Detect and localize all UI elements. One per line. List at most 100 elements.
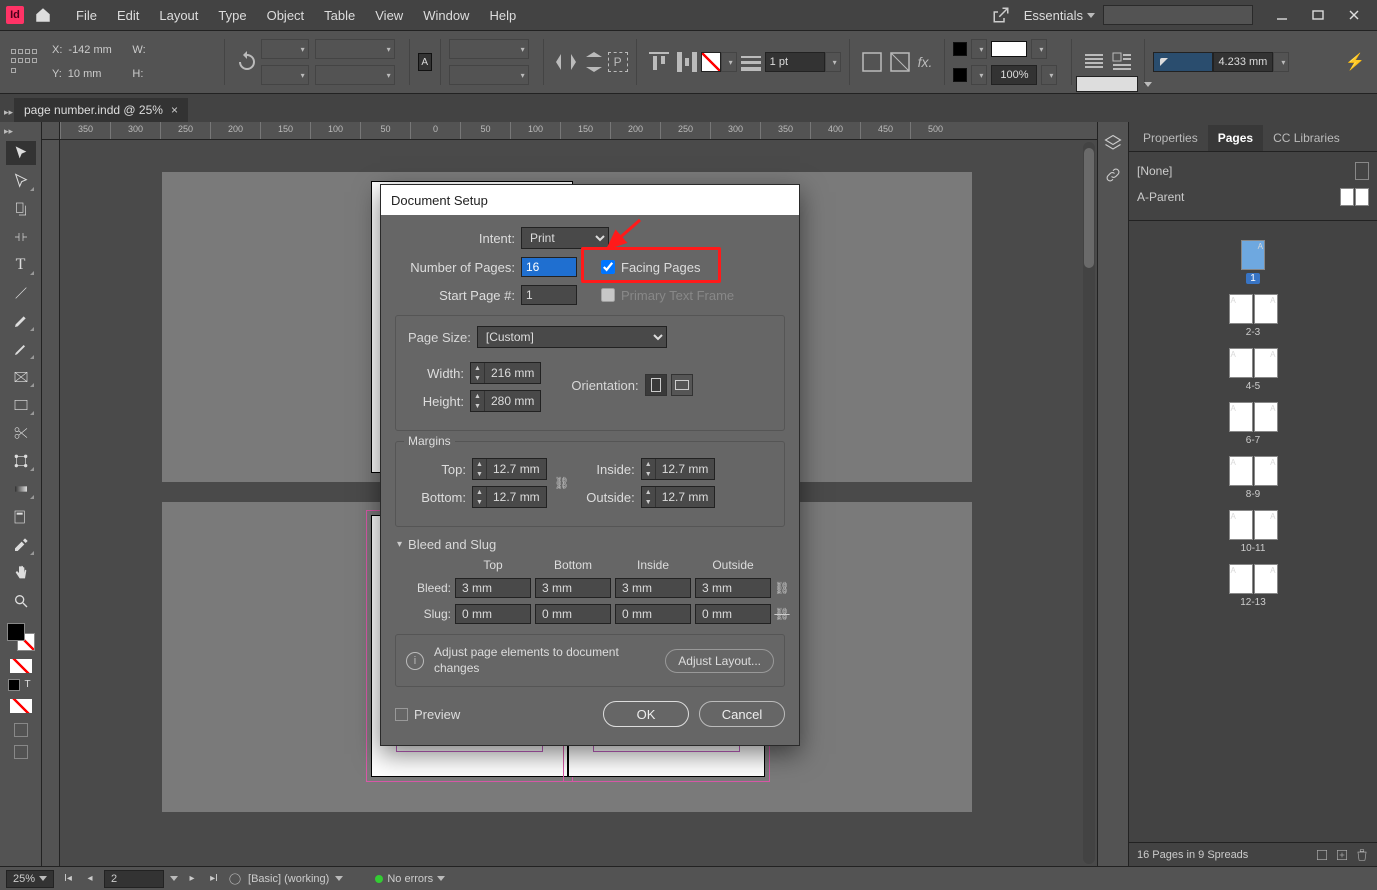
- facing-pages-input[interactable]: [601, 260, 615, 274]
- orientation-landscape[interactable]: [671, 374, 693, 396]
- page-dd-icon[interactable]: [170, 876, 178, 881]
- intent-dropdown[interactable]: Print: [521, 227, 609, 249]
- align-top-icon[interactable]: [647, 50, 671, 74]
- height-spinner[interactable]: ▲▼280 mm: [470, 390, 541, 412]
- gap-tool[interactable]: [6, 225, 36, 249]
- facing-pages-checkbox[interactable]: Facing Pages: [601, 260, 701, 275]
- close-tab-icon[interactable]: ×: [171, 103, 178, 117]
- pages-spread-item[interactable]: AA6-7: [1229, 402, 1278, 446]
- character-panel-icon[interactable]: A: [418, 53, 432, 71]
- expand-panel-icon[interactable]: ▸▸: [0, 103, 14, 122]
- frame-fit2-icon[interactable]: [888, 50, 912, 74]
- shear-dd[interactable]: ▾: [315, 65, 395, 85]
- edit-page-size-icon[interactable]: [1315, 848, 1329, 862]
- preview-cb-box[interactable]: [395, 708, 408, 721]
- note-tool[interactable]: [6, 505, 36, 529]
- w-field[interactable]: [150, 41, 210, 59]
- stroke-style-swatch[interactable]: [1076, 76, 1138, 92]
- pencil-tool[interactable]: [6, 337, 36, 361]
- unlink-slug-icon[interactable]: ⛓: [775, 604, 789, 624]
- pages-list[interactable]: A1AA2-3AA4-5AA6-7AA8-9AA10-11AA12-13: [1129, 230, 1377, 842]
- share-icon[interactable]: [992, 6, 1010, 24]
- bleed-inside[interactable]: 3 mm: [615, 578, 691, 598]
- fill-color-swatch[interactable]: [991, 41, 1027, 57]
- next-page-button[interactable]: ▸: [184, 871, 200, 887]
- free-transform-tool[interactable]: [6, 449, 36, 473]
- scrollbar-thumb[interactable]: [1084, 148, 1094, 268]
- bleed-slug-toggle[interactable]: ▾ Bleed and Slug: [397, 537, 785, 552]
- h-field[interactable]: [147, 65, 207, 83]
- bleed-outside[interactable]: 3 mm: [695, 578, 771, 598]
- rectangle-frame-tool[interactable]: [6, 365, 36, 389]
- scale-y-dd[interactable]: ▾: [261, 65, 309, 85]
- scrollbar-vertical[interactable]: [1083, 142, 1095, 864]
- first-page-button[interactable]: I◂: [60, 871, 76, 887]
- text-wrap-icon-2[interactable]: [1110, 50, 1134, 74]
- pages-spread-item[interactable]: AA4-5: [1229, 348, 1278, 392]
- page-tool[interactable]: [6, 197, 36, 221]
- view-mode-preview[interactable]: [14, 745, 28, 759]
- document-tab[interactable]: page number.indd @ 25% ×: [14, 98, 188, 122]
- color-proxy[interactable]: [7, 623, 35, 651]
- rectangle-tool[interactable]: [6, 393, 36, 417]
- preflight-status[interactable]: No errors: [375, 873, 445, 885]
- margin-outside-spinner[interactable]: ▲▼12.7 mm: [641, 486, 716, 508]
- flip-v-icon[interactable]: [582, 50, 606, 74]
- expand-toolbox-icon[interactable]: ▸▸: [0, 126, 13, 137]
- stroke-swatch-black[interactable]: [953, 68, 967, 82]
- rotate-dd[interactable]: ▾: [315, 39, 395, 59]
- workspace-switcher[interactable]: Essentials: [1024, 8, 1095, 23]
- rotate-icon[interactable]: [235, 50, 259, 74]
- hand-tool[interactable]: [6, 561, 36, 585]
- flip-h-icon[interactable]: [554, 50, 578, 74]
- menu-layout[interactable]: Layout: [149, 8, 208, 23]
- fill-dd[interactable]: ▾: [721, 52, 737, 72]
- zoom-tool[interactable]: [6, 589, 36, 613]
- content-placer-icon[interactable]: P: [608, 52, 628, 72]
- open-bridge-icon[interactable]: [228, 872, 242, 886]
- ok-button[interactable]: OK: [603, 701, 689, 727]
- delete-page-icon[interactable]: [1355, 848, 1369, 862]
- tab-pages[interactable]: Pages: [1208, 125, 1263, 151]
- char-style-dd[interactable]: ▾: [449, 39, 529, 59]
- tab-cclibraries[interactable]: CC Libraries: [1263, 125, 1350, 151]
- type-tool[interactable]: T: [6, 253, 36, 277]
- slug-inside[interactable]: 0 mm: [615, 604, 691, 624]
- fill-none-icon[interactable]: [701, 52, 721, 72]
- menu-window[interactable]: Window: [413, 8, 479, 23]
- stroke-weight-field[interactable]: 1 pt: [765, 52, 825, 72]
- fill-swatch-black[interactable]: [953, 42, 967, 56]
- stroke-style-dd[interactable]: [1140, 76, 1156, 92]
- frame-fit-icon[interactable]: [860, 50, 884, 74]
- new-page-icon[interactable]: [1335, 848, 1349, 862]
- preset-dd-icon[interactable]: [335, 876, 343, 881]
- links-icon[interactable]: [1104, 166, 1122, 184]
- bleed-bottom[interactable]: 3 mm: [535, 578, 611, 598]
- search-input[interactable]: [1103, 5, 1253, 25]
- pages-spread-item[interactable]: AA12-13: [1229, 564, 1278, 608]
- gradient-tool[interactable]: [6, 477, 36, 501]
- minimize-button[interactable]: [1265, 5, 1299, 25]
- orientation-portrait[interactable]: [645, 374, 667, 396]
- cancel-button[interactable]: Cancel: [699, 701, 785, 727]
- width-spinner[interactable]: ▲▼216 mm: [470, 362, 541, 384]
- preset-label[interactable]: [Basic] (working): [248, 873, 329, 885]
- npages-input[interactable]: [521, 257, 577, 277]
- zoom-field[interactable]: 25%: [6, 870, 54, 888]
- pen-tool[interactable]: [6, 309, 36, 333]
- fx-icon[interactable]: fx.: [918, 54, 933, 70]
- fill-color-dd[interactable]: ▾: [1031, 39, 1047, 59]
- menu-help[interactable]: Help: [479, 8, 526, 23]
- page-size-dropdown[interactable]: [Custom]: [477, 326, 667, 348]
- menu-file[interactable]: File: [66, 8, 107, 23]
- x-field[interactable]: [66, 41, 126, 59]
- last-page-button[interactable]: ▸I: [206, 871, 222, 887]
- stroke-swatch-dd[interactable]: ▾: [971, 65, 987, 85]
- gpu-icon[interactable]: ⚡: [1345, 52, 1365, 72]
- line-tool[interactable]: [6, 281, 36, 305]
- close-button[interactable]: [1337, 5, 1371, 25]
- swap-swatch[interactable]: [10, 699, 32, 713]
- link-bleed-icon[interactable]: ⛓: [775, 578, 789, 598]
- distribute-icon[interactable]: [675, 50, 699, 74]
- layers-icon[interactable]: [1104, 134, 1122, 152]
